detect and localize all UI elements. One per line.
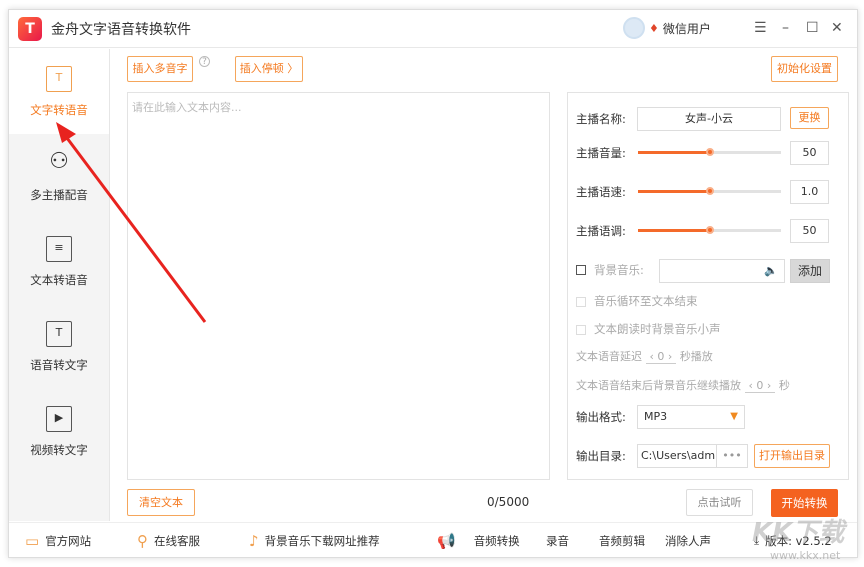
user-icon: ⚲ xyxy=(137,531,148,550)
output-dir-field[interactable]: C:\Users\admir xyxy=(637,444,717,468)
format-label: 输出格式: xyxy=(576,410,626,424)
add-bgm-button[interactable]: 添加 xyxy=(790,259,830,283)
minimize-button[interactable]: – xyxy=(782,20,789,36)
megaphone-icon: 📢 xyxy=(437,531,456,550)
bgm-label: 背景音乐: xyxy=(594,263,644,277)
vocal-remove-link[interactable]: 消除人声 xyxy=(665,533,711,549)
user-add-icon: ⚇ xyxy=(49,148,69,174)
user-name: 微信用户 xyxy=(662,21,711,36)
title-bar: T 金舟文字语音转换软件 ♦ 微信用户 ☰ – ☐ ✕ xyxy=(9,10,857,48)
watermark-url: www.kkx.net xyxy=(770,549,841,562)
website-link[interactable]: ▭ 官方网站 xyxy=(25,532,91,550)
user-account[interactable]: ♦ 微信用户 xyxy=(623,17,711,39)
close-button[interactable]: ✕ xyxy=(831,20,843,36)
slider-handle[interactable] xyxy=(705,226,714,234)
anchor-name-field: 女声-小云 xyxy=(637,107,781,131)
audio-edit-link[interactable]: 音频剪辑 xyxy=(599,533,645,549)
avatar xyxy=(623,17,645,39)
bgm-download-label: 背景音乐下载网址推荐 xyxy=(264,533,380,548)
tail-label: 文本语音结束后背景音乐继续播放 xyxy=(576,379,741,392)
app-logo: T xyxy=(18,16,42,41)
insert-polyphone-button[interactable]: 插入多音字 xyxy=(127,56,193,82)
pitch-input[interactable]: 50 xyxy=(790,219,829,243)
speed-slider[interactable] xyxy=(638,187,781,195)
service-link[interactable]: ⚲ 在线客服 xyxy=(137,532,200,550)
website-label: 官方网站 xyxy=(45,533,92,548)
delay-stepper[interactable]: ‹ 0 › xyxy=(645,350,677,364)
delay-unit: 秒播放 xyxy=(679,350,713,363)
tail-value: 0 xyxy=(756,379,764,392)
music-icon: ♪ xyxy=(249,531,259,550)
app-window: T 金舟文字语音转换软件 ♦ 微信用户 ☰ – ☐ ✕ T 文字转语音 ⚇ 多主播配… xyxy=(8,9,858,558)
pitch-slider[interactable] xyxy=(638,226,781,234)
delay-label: 文本语音延迟 xyxy=(576,350,642,363)
slider-handle[interactable] xyxy=(705,148,714,156)
sidebar-item-multi-anchor[interactable]: ⚇ 多主播配音 xyxy=(9,134,109,219)
preview-button[interactable]: 点击试听 xyxy=(686,489,753,516)
bgm-checkbox[interactable] xyxy=(576,265,586,275)
format-select[interactable]: MP3 ▼ xyxy=(637,405,745,429)
menu-icon[interactable]: ☰ xyxy=(754,20,767,36)
watermark-logo: KK下载 xyxy=(752,518,845,548)
help-icon[interactable]: ? xyxy=(199,56,210,67)
speech-to-text-icon: T xyxy=(46,320,72,347)
tail-unit: 秒 xyxy=(778,379,790,392)
char-count: 0/5000 xyxy=(487,495,530,509)
change-anchor-button[interactable]: 更换 xyxy=(790,107,829,129)
settings-panel: 主播名称: 女声-小云 更换 主播音量: 50 主播语速: 1.0 主播语调: … xyxy=(567,92,849,480)
duck-label: 文本朗读时背景音乐小声 xyxy=(594,322,721,336)
document-icon: ≡ xyxy=(46,235,72,262)
chevron-down-icon: ▼ xyxy=(730,411,738,422)
sidebar: T 文字转语音 ⚇ 多主播配音 ≡ 文本转语音 T 语音转文字 ▶ 视频转文字 xyxy=(9,49,110,521)
speed-label: 主播语速: xyxy=(576,185,626,199)
audio-convert-label: 音频转换 xyxy=(473,533,520,548)
pitch-label: 主播语调: xyxy=(576,224,626,238)
monitor-icon: ▭ xyxy=(25,531,40,550)
volume-input[interactable]: 50 xyxy=(790,141,829,165)
delay-row: 文本语音延迟 ‹ 0 › 秒播放 xyxy=(576,348,713,364)
sidebar-item-label: 视频转文字 xyxy=(30,442,88,457)
volume-label: 主播音量: xyxy=(576,146,626,160)
format-value: MP3 xyxy=(644,410,668,423)
anchor-label: 主播名称: xyxy=(576,112,626,126)
footer-bar: ▭ 官方网站 ⚲ 在线客服 ♪ 背景音乐下载网址推荐 📢 音频转换 录音 音频剪辑 消除… xyxy=(9,522,857,558)
audio-convert-link[interactable]: 📢 音频转换 xyxy=(437,532,520,550)
insert-pause-button[interactable]: 插入停顿 〉 xyxy=(235,56,303,82)
loop-label: 音乐循环至文本结束 xyxy=(594,294,698,308)
slider-handle[interactable] xyxy=(705,187,714,195)
sidebar-item-speech-to-text[interactable]: T 语音转文字 xyxy=(9,304,109,389)
text-input[interactable]: 请在此输入文本内容... xyxy=(127,92,550,480)
text-to-speech-icon: T xyxy=(46,65,72,92)
video-icon: ▶ xyxy=(46,405,72,432)
sidebar-item-label: 文字转语音 xyxy=(30,102,88,117)
service-label: 在线客服 xyxy=(154,533,200,548)
dir-label: 输出目录: xyxy=(576,449,626,463)
vip-badge-icon: ♦ xyxy=(649,21,659,35)
reset-settings-button[interactable]: 初始化设置 xyxy=(771,56,838,82)
open-output-dir-button[interactable]: 打开输出目录 xyxy=(754,444,830,468)
sidebar-item-label: 多主播配音 xyxy=(30,187,88,202)
delay-value: 0 xyxy=(657,350,665,363)
sidebar-item-video-to-text[interactable]: ▶ 视频转文字 xyxy=(9,389,109,474)
app-title: 金舟文字语音转换软件 xyxy=(51,21,191,38)
bgm-download-link[interactable]: ♪ 背景音乐下载网址推荐 xyxy=(249,532,380,550)
bgm-file-field[interactable]: 🔈 xyxy=(659,259,785,283)
record-link[interactable]: 录音 xyxy=(546,533,569,549)
speed-input[interactable]: 1.0 xyxy=(790,180,829,204)
volume-slider[interactable] xyxy=(638,148,781,156)
tail-stepper[interactable]: ‹ 0 › xyxy=(744,379,776,393)
sidebar-item-label: 语音转文字 xyxy=(30,357,88,372)
sidebar-item-document-to-speech[interactable]: ≡ 文本转语音 xyxy=(9,219,109,304)
maximize-button[interactable]: ☐ xyxy=(806,20,819,36)
sidebar-item-label: 文本转语音 xyxy=(30,272,88,287)
tail-row: 文本语音结束后背景音乐继续播放 ‹ 0 › 秒 xyxy=(576,377,790,393)
duck-checkbox[interactable] xyxy=(576,325,586,335)
sidebar-item-text-to-speech[interactable]: T 文字转语音 xyxy=(9,49,109,134)
loop-checkbox[interactable] xyxy=(576,297,586,307)
clear-text-button[interactable]: 清空文本 xyxy=(127,489,195,516)
speaker-icon: 🔈 xyxy=(764,264,778,277)
browse-button[interactable]: ••• xyxy=(716,444,748,468)
